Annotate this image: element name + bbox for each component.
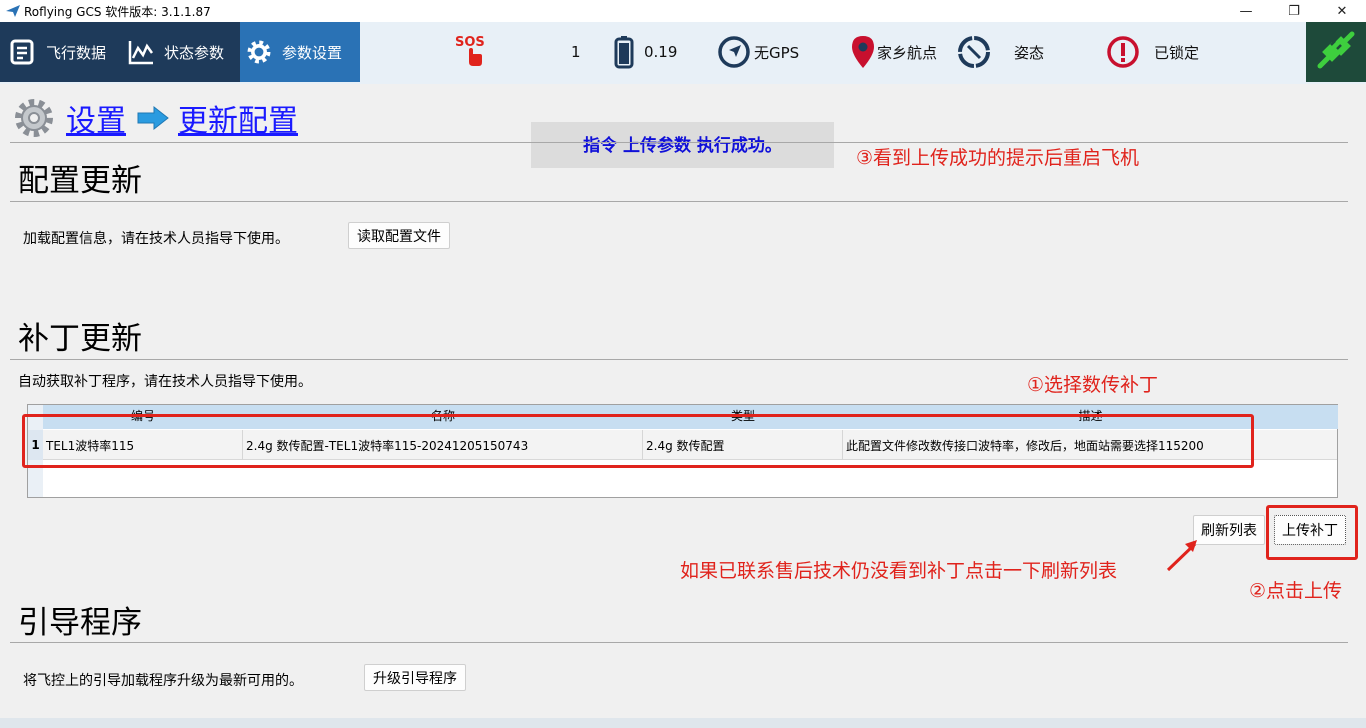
annotation-step2: ②点击上传 — [1249, 580, 1343, 602]
section-title-bootloader: 引导程序 — [18, 605, 142, 641]
nav-label: 状态参数 — [164, 43, 225, 62]
annotation-arrow-icon — [1166, 540, 1197, 572]
gear-icon — [244, 37, 274, 67]
bootloader-description: 将飞控上的引导加载程序升级为最新可用的。 — [23, 673, 303, 689]
divider — [10, 201, 1348, 202]
annotation-step1: ①选择数传补丁 — [1027, 374, 1159, 396]
battery-status: 0.19 — [614, 22, 677, 82]
battery-icon — [614, 35, 634, 69]
read-config-file-button[interactable]: 读取配置文件 — [348, 222, 450, 249]
attitude-status: 姿态 — [956, 22, 1044, 82]
annotation-highlight-upload — [1266, 505, 1358, 560]
bottom-strip — [0, 718, 1366, 728]
minimize-button[interactable]: — — [1222, 0, 1270, 22]
connect-button[interactable] — [1306, 22, 1366, 82]
config-description: 加载配置信息，请在技术人员指导下使用。 — [23, 231, 289, 247]
attitude-icon — [956, 34, 992, 70]
battery-voltage: 0.19 — [644, 43, 678, 61]
app-logo-icon — [6, 5, 20, 17]
patch-description: 自动获取补丁程序，请在技术人员指导下使用。 — [18, 374, 312, 390]
breadcrumb-current[interactable]: 更新配置 — [178, 96, 298, 140]
nav-param-settings[interactable]: 参数设置 — [240, 22, 360, 82]
section-title-config: 配置更新 — [18, 163, 142, 199]
restore-button[interactable]: ❐ — [1270, 0, 1318, 22]
window-title-bar: Roflying GCS 软件版本: 3.1.1.87 — ❐ ✕ — [0, 0, 1366, 22]
breadcrumb-settings-link[interactable]: 设置 — [66, 96, 126, 140]
breadcrumb: 设置 更新配置 — [10, 94, 298, 142]
satellite-count: 1 — [571, 43, 581, 61]
main-toolbar: 飞行数据 状态参数 参数设置 SOS 1 0.19 无GPS 家乡航点 姿态 已… — [0, 22, 1366, 84]
annotation-highlight-row — [22, 414, 1254, 468]
refresh-list-button[interactable]: 刷新列表 — [1193, 515, 1265, 545]
attitude-label: 姿态 — [1014, 43, 1045, 62]
plug-icon — [1314, 28, 1358, 76]
annotation-refresh-hint: 如果已联系售后技术仍没看到补丁点击一下刷新列表 — [680, 560, 1118, 582]
close-button[interactable]: ✕ — [1318, 0, 1366, 22]
nav-status-params[interactable]: 状态参数 — [126, 22, 240, 82]
svg-text:SOS: SOS — [455, 35, 485, 50]
divider — [10, 142, 1348, 143]
settings-gear-icon — [10, 94, 58, 142]
divider — [10, 642, 1348, 643]
section-title-patch: 补丁更新 — [18, 321, 142, 357]
upgrade-bootloader-button[interactable]: 升级引导程序 — [364, 664, 466, 691]
chart-line-icon — [126, 37, 156, 67]
sos-icon: SOS — [453, 32, 489, 72]
arrow-right-icon — [136, 105, 170, 131]
gps-status: 无GPS — [717, 22, 799, 82]
flight-data-icon — [8, 37, 38, 67]
window-title: Roflying GCS 软件版本: 3.1.1.87 — [24, 4, 211, 19]
lock-status: 已锁定 — [1106, 22, 1199, 82]
divider — [10, 359, 1348, 360]
sos-button[interactable]: SOS — [453, 22, 489, 82]
nav-flight-data[interactable]: 飞行数据 — [0, 22, 126, 82]
nav-label: 飞行数据 — [46, 43, 107, 62]
warning-circle-icon — [1106, 35, 1140, 69]
home-label: 家乡航点 — [877, 43, 938, 62]
compass-icon — [717, 35, 751, 69]
home-waypoint[interactable]: 家乡航点 — [849, 22, 937, 82]
gps-label: 无GPS — [754, 43, 800, 62]
status-toast: 指令 上传参数 执行成功。 — [531, 122, 834, 168]
map-pin-icon — [849, 34, 877, 70]
annotation-step3: ③看到上传成功的提示后重启飞机 — [856, 147, 1140, 169]
lock-label: 已锁定 — [1154, 43, 1200, 62]
nav-label: 参数设置 — [282, 43, 343, 62]
